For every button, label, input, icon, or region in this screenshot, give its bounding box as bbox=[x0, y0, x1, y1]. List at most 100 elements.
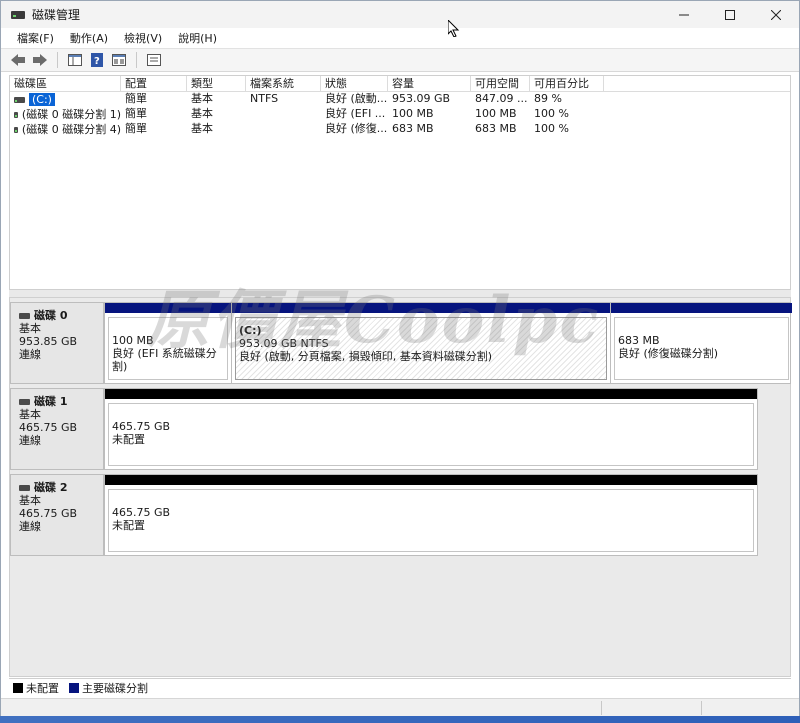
console-tree-button[interactable] bbox=[66, 51, 84, 69]
toolbar-separator bbox=[57, 52, 58, 68]
volume-row[interactable]: (磁碟 0 磁碟分割 1) 簡單 基本 良好 (EFI ... 100 MB 1… bbox=[10, 107, 790, 122]
partition-size: 683 MB bbox=[618, 334, 660, 347]
window-controls bbox=[661, 1, 799, 28]
legend-item-primary-partition: 主要磁碟分割 bbox=[69, 680, 148, 696]
partition-size: 100 MB bbox=[112, 334, 154, 347]
partition-efi[interactable]: 100 MB 良好 (EFI 系統磁碟分割) bbox=[105, 303, 232, 383]
partition-body: 683 MB 良好 (修復磁碟分割) bbox=[614, 317, 789, 380]
partition-status: 良好 (EFI 系統磁碟分割) bbox=[112, 347, 217, 373]
partition-size: 465.75 GB bbox=[112, 506, 171, 519]
minimize-icon bbox=[679, 14, 689, 15]
status-segment bbox=[701, 701, 702, 715]
volume-icon bbox=[14, 111, 18, 118]
unallocated-bar bbox=[105, 475, 757, 485]
unallocated-space[interactable]: 465.75 GB 未配置 bbox=[105, 475, 757, 555]
partition-strip: 100 MB 良好 (EFI 系統磁碟分割) (C:) 953.09 GB NT… bbox=[104, 302, 792, 384]
back-button[interactable] bbox=[9, 51, 27, 69]
type-cell: 基本 bbox=[191, 122, 213, 135]
legend-item-unallocated: 未配置 bbox=[13, 680, 59, 696]
title-bar: 磁碟管理 bbox=[1, 1, 799, 28]
column-header-status[interactable]: 狀態 bbox=[321, 76, 388, 92]
help-button[interactable]: ? bbox=[88, 51, 106, 69]
column-header-type[interactable]: 類型 bbox=[187, 76, 246, 92]
help-icon: ? bbox=[91, 53, 103, 67]
disk-state: 連線 bbox=[19, 520, 41, 533]
volume-name: (C:) bbox=[29, 93, 55, 106]
partition-strip: 465.75 GB 未配置 bbox=[104, 388, 758, 470]
disk-row: 磁碟 1 基本 465.75 GB 連線 465.75 GB 未配置 bbox=[10, 388, 791, 470]
volume-row[interactable]: (磁碟 0 磁碟分割 4) 簡單 基本 良好 (修復... 683 MB 683… bbox=[10, 122, 790, 137]
status-cell: 良好 (啟動... bbox=[325, 92, 388, 105]
disk-icon bbox=[19, 398, 30, 405]
free-space-cell: 100 MB bbox=[475, 107, 517, 120]
volume-list: 磁碟區 配置 類型 檔案系統 狀態 容量 可用空間 可用百分比 (C:) 簡單 … bbox=[9, 75, 791, 290]
list-view-button[interactable] bbox=[145, 51, 163, 69]
disk-name-text: 磁碟 1 bbox=[34, 395, 68, 408]
back-icon bbox=[11, 54, 25, 66]
status-bar bbox=[1, 698, 799, 716]
disk-type: 基本 bbox=[19, 408, 41, 421]
properties-icon bbox=[112, 54, 126, 66]
disk-label[interactable]: 磁碟 2 基本 465.75 GB 連線 bbox=[10, 474, 104, 556]
free-space-cell: 847.09 ... bbox=[475, 92, 528, 105]
free-space-cell: 683 MB bbox=[475, 122, 517, 135]
column-header-percent-free[interactable]: 可用百分比 bbox=[530, 76, 604, 92]
disk-label[interactable]: 磁碟 0 基本 953.85 GB 連線 bbox=[10, 302, 104, 384]
partition-size: 953.09 GB NTFS bbox=[239, 337, 329, 350]
properties-button[interactable] bbox=[110, 51, 128, 69]
maximize-button[interactable] bbox=[707, 1, 753, 28]
volume-icon bbox=[14, 126, 18, 133]
disk-name-text: 磁碟 2 bbox=[34, 481, 68, 494]
partition-body-selected: (C:) 953.09 GB NTFS 良好 (啟動, 分頁檔案, 損毀傾印, … bbox=[235, 317, 607, 380]
partition-status: 良好 (啟動, 分頁檔案, 損毀傾印, 基本資料磁碟分割) bbox=[239, 350, 493, 363]
partition-body: 465.75 GB 未配置 bbox=[108, 489, 754, 552]
column-header-free-space[interactable]: 可用空間 bbox=[471, 76, 530, 92]
column-header-filesystem[interactable]: 檔案系統 bbox=[246, 76, 321, 92]
minimize-button[interactable] bbox=[661, 1, 707, 28]
primary-partition-bar bbox=[232, 303, 610, 313]
volume-list-header: 磁碟區 配置 類型 檔案系統 狀態 容量 可用空間 可用百分比 bbox=[10, 76, 790, 92]
disk-graphical-view: 磁碟 0 基本 953.85 GB 連線 100 MB 良好 (EFI 系統磁碟… bbox=[9, 297, 792, 677]
volume-icon bbox=[14, 96, 25, 103]
disk-size: 465.75 GB bbox=[19, 507, 78, 520]
legend-label: 主要磁碟分割 bbox=[82, 681, 148, 695]
menu-action[interactable]: 動作(A) bbox=[62, 30, 116, 46]
capacity-cell: 100 MB bbox=[392, 107, 434, 120]
pane-splitter[interactable] bbox=[9, 290, 791, 297]
partition-strip: 465.75 GB 未配置 bbox=[104, 474, 758, 556]
disk-icon bbox=[19, 484, 30, 491]
unallocated-space[interactable]: 465.75 GB 未配置 bbox=[105, 389, 757, 469]
menu-bar: 檔案(F) 動作(A) 檢視(V) 說明(H) bbox=[1, 28, 799, 47]
disk-management-window: 磁碟管理 檔案(F) 動作(A) 檢視(V) 說明(H) ? 磁碟區 配置 類型… bbox=[0, 0, 800, 716]
disk-type: 基本 bbox=[19, 322, 41, 335]
volume-cell: (C:) bbox=[10, 92, 121, 107]
layout-cell: 簡單 bbox=[125, 122, 147, 135]
disk-row: 磁碟 0 基本 953.85 GB 連線 100 MB 良好 (EFI 系統磁碟… bbox=[10, 302, 792, 384]
forward-button[interactable] bbox=[31, 51, 49, 69]
disk-name: 磁碟 2 bbox=[19, 481, 103, 494]
capacity-cell: 953.09 GB bbox=[392, 92, 451, 105]
disk-label[interactable]: 磁碟 1 基本 465.75 GB 連線 bbox=[10, 388, 104, 470]
partition-recovery[interactable]: 683 MB 良好 (修復磁碟分割) bbox=[611, 303, 792, 383]
maximize-icon bbox=[725, 9, 735, 20]
disk-state: 連線 bbox=[19, 434, 41, 447]
menu-view[interactable]: 檢視(V) bbox=[116, 30, 170, 46]
column-header-layout[interactable]: 配置 bbox=[121, 76, 187, 92]
volume-cell: (磁碟 0 磁碟分割 1) bbox=[10, 107, 121, 122]
column-header-volume[interactable]: 磁碟區 bbox=[10, 76, 121, 92]
column-header-capacity[interactable]: 容量 bbox=[388, 76, 471, 92]
menu-file[interactable]: 檔案(F) bbox=[9, 30, 62, 46]
volume-cell: (磁碟 0 磁碟分割 4) bbox=[10, 122, 121, 137]
disk-state: 連線 bbox=[19, 348, 41, 361]
close-button[interactable] bbox=[753, 1, 799, 28]
volume-name: (磁碟 0 磁碟分割 1) bbox=[21, 107, 121, 121]
type-cell: 基本 bbox=[191, 107, 213, 120]
menu-help[interactable]: 說明(H) bbox=[170, 30, 225, 46]
partition-c[interactable]: (C:) 953.09 GB NTFS 良好 (啟動, 分頁檔案, 損毀傾印, … bbox=[232, 303, 611, 383]
partition-size: 465.75 GB bbox=[112, 420, 171, 433]
disk-type: 基本 bbox=[19, 494, 41, 507]
disk-name: 磁碟 1 bbox=[19, 395, 103, 408]
type-cell: 基本 bbox=[191, 92, 213, 105]
status-segment bbox=[601, 701, 602, 715]
volume-row[interactable]: (C:) 簡單 基本 NTFS 良好 (啟動... 953.09 GB 847.… bbox=[10, 92, 790, 107]
